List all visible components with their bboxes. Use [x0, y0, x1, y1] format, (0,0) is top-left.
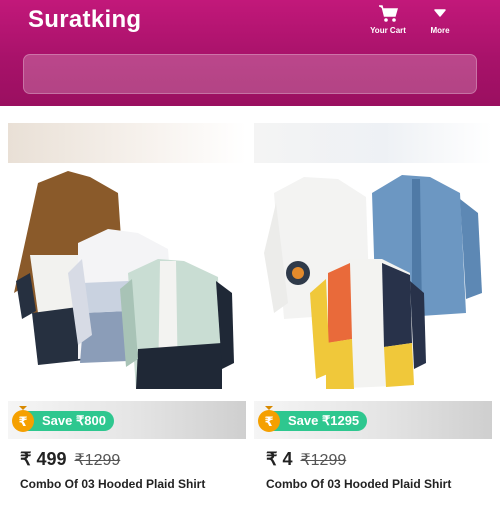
- product-image-footer: ₹ Save ₹800: [8, 401, 246, 439]
- app-header: Suratking Your Cart More: [0, 0, 500, 106]
- product-card[interactable]: ₹ Save ₹800 ₹ 499 ₹1299 Combo Of 03 Hoode…: [8, 123, 246, 491]
- cart-button[interactable]: Your Cart: [358, 4, 418, 40]
- save-amount: Save ₹1295: [288, 413, 360, 428]
- save-badge: ₹ Save ₹800: [12, 406, 114, 432]
- sale-price: ₹ 4: [266, 449, 293, 469]
- product-title[interactable]: Combo Of 03 Hooded Plaid Shirt: [8, 477, 246, 491]
- more-label: More: [430, 26, 450, 35]
- svg-text:₹: ₹: [18, 415, 27, 430]
- brand-logo[interactable]: Suratking: [28, 6, 141, 34]
- search-input[interactable]: [24, 55, 476, 93]
- more-button[interactable]: More: [410, 4, 470, 40]
- rupee-coin-icon: ₹: [10, 405, 36, 433]
- svg-text:₹: ₹: [264, 415, 273, 430]
- price-row: ₹ 4 ₹1299: [254, 449, 492, 471]
- rupee-coin-icon: ₹: [256, 405, 282, 433]
- original-price: ₹1299: [74, 452, 121, 469]
- chevron-down-icon: [410, 4, 470, 26]
- original-price: ₹1299: [300, 452, 347, 469]
- search-bar[interactable]: [23, 54, 477, 94]
- save-amount: Save ₹800: [42, 413, 106, 428]
- product-image-header: [254, 123, 492, 163]
- product-image[interactable]: [8, 163, 246, 401]
- cart-label: Your Cart: [370, 26, 406, 35]
- product-card[interactable]: ₹ Save ₹1295 ₹ 4 ₹1299 Combo Of 03 Hooded…: [254, 123, 492, 491]
- save-badge: ₹ Save ₹1295: [258, 406, 368, 432]
- price-row: ₹ 499 ₹1299: [8, 449, 246, 471]
- sale-price: ₹ 499: [20, 449, 67, 469]
- product-image[interactable]: [254, 163, 492, 401]
- cart-icon: [358, 4, 418, 26]
- product-image-footer: ₹ Save ₹1295: [254, 401, 492, 439]
- product-title[interactable]: Combo Of 03 Hooded Plaid Shirt: [254, 477, 492, 491]
- product-image-header: [8, 123, 246, 163]
